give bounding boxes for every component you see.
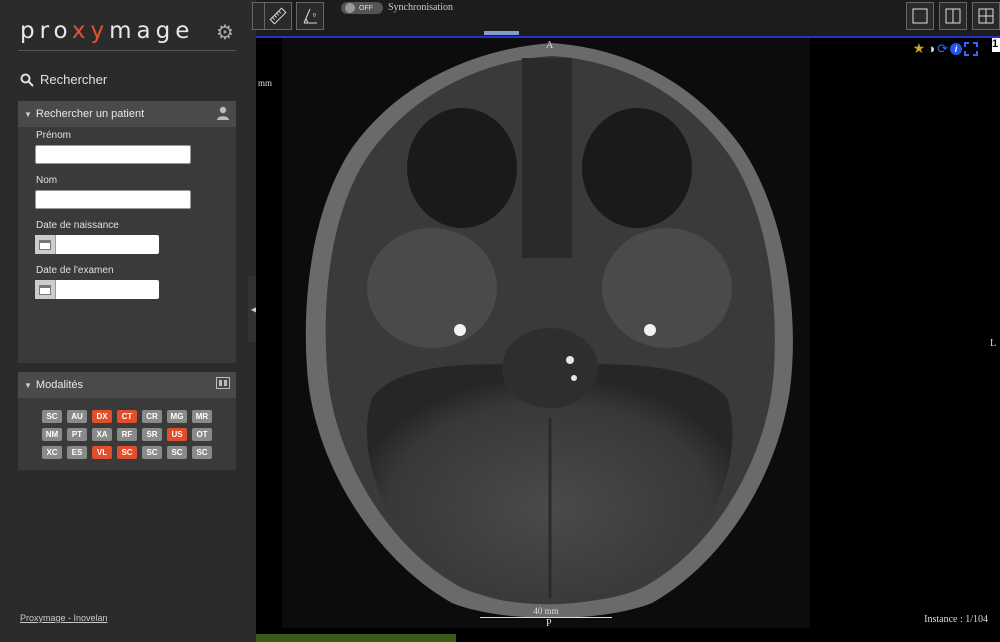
layout-1x1-button[interactable]	[906, 2, 934, 30]
series-number: 1	[992, 38, 1000, 52]
unit-label: mm	[258, 78, 273, 88]
prenom-field[interactable]	[35, 145, 191, 164]
search-icon	[20, 73, 34, 87]
modality-chip[interactable]: NM	[42, 428, 62, 441]
modality-chip[interactable]: OT	[192, 428, 212, 441]
ruler-tool-button[interactable]	[264, 2, 292, 30]
viewer-toolbar: θ OFF Synchronisation	[252, 0, 1000, 38]
ruler-icon	[269, 7, 287, 25]
gear-icon[interactable]: ⚙	[216, 20, 234, 45]
sync-toggle[interactable]: OFF	[341, 2, 383, 14]
modality-chip[interactable]: MG	[167, 410, 187, 423]
image-viewer[interactable]: mm A P L 40 mm ★ ◑ ⟳ i 1 Instance: 1/10…	[256, 38, 1000, 642]
exam-date-field[interactable]	[35, 280, 159, 299]
modalities-panel-title: Modalités	[35, 379, 83, 391]
four-pane-icon	[978, 8, 994, 24]
svg-text:θ: θ	[313, 13, 316, 19]
modality-chip[interactable]: RF	[117, 428, 137, 441]
sidebar: proxymage ⚙ Rechercher ▼ Rechercher un p…	[0, 0, 256, 642]
collapse-triangle-icon: ▼	[24, 109, 32, 119]
modality-chip[interactable]: XA	[92, 428, 112, 441]
scroll-indicator[interactable]	[484, 31, 519, 35]
viewer-icon-bar: ★ ◑ ⟳ i	[913, 40, 978, 57]
scale-bar: 40 mm	[480, 606, 612, 618]
calendar-icon[interactable]	[35, 235, 56, 254]
birthdate-label: Date de naissance	[36, 220, 119, 231]
modality-chip[interactable]: SC	[192, 446, 212, 459]
info-icon[interactable]: i	[950, 42, 962, 55]
modality-chip[interactable]: SC	[117, 446, 137, 459]
patient-search-panel: ▼ Rechercher un patient Prénom Nom Date …	[18, 101, 236, 363]
exam-date-label: Date de l'examen	[36, 265, 114, 276]
modality-chip[interactable]: DX	[92, 410, 112, 423]
modality-chip[interactable]: VL	[92, 446, 112, 459]
orientation-top: A	[546, 40, 554, 51]
orientation-bottom: P	[546, 618, 552, 629]
star-icon[interactable]: ★	[913, 40, 926, 57]
orientation-right: L	[990, 338, 997, 349]
user-icon	[217, 106, 229, 120]
modality-chip[interactable]: AU	[67, 410, 87, 423]
modality-grid-icon[interactable]	[216, 377, 230, 389]
search-title: Rechercher	[40, 72, 108, 87]
angle-icon: θ	[303, 8, 317, 24]
sync-label: Synchronisation	[388, 2, 453, 13]
fullscreen-icon[interactable]	[964, 41, 978, 56]
modality-chip[interactable]: PT	[67, 428, 87, 441]
angle-tool-button[interactable]: θ	[296, 2, 324, 30]
modality-chip[interactable]: SC	[42, 410, 62, 423]
single-pane-icon	[912, 8, 928, 24]
layout-2x2-button[interactable]	[972, 2, 1000, 30]
modality-chip[interactable]: CR	[142, 410, 162, 423]
divider	[18, 50, 236, 51]
rotate-icon[interactable]: ⟳	[937, 41, 948, 57]
modality-grid: SC AU DX CT CR MG MR NM PT XA RF SR US OT XC ES VL SC SC SC…	[42, 410, 212, 459]
layout-1x2-button[interactable]	[939, 2, 967, 30]
collapse-triangle-icon: ▼	[24, 380, 32, 390]
footer-link[interactable]: Proxymage - Inovelan	[20, 613, 108, 623]
prenom-label: Prénom	[36, 130, 72, 141]
toggle-knob	[345, 3, 355, 13]
loading-progress-strip	[256, 634, 456, 642]
modality-chip[interactable]: SC	[167, 446, 187, 459]
nom-label: Nom	[36, 175, 58, 186]
calendar-icon[interactable]	[35, 280, 56, 299]
nom-field[interactable]	[35, 190, 191, 209]
modality-chip[interactable]: US	[167, 428, 187, 441]
modalities-panel: ▼ Modalités SC AU DX CT CR MG MR NM PT XA RF SR US OT…	[18, 372, 236, 470]
search-header[interactable]: Rechercher	[20, 72, 107, 87]
patient-panel-title: Rechercher un patient	[35, 108, 145, 120]
modality-chip[interactable]: ES	[67, 446, 87, 459]
scale-line	[480, 617, 612, 618]
contrast-icon[interactable]: ◑	[927, 41, 935, 56]
modality-chip[interactable]: MR	[192, 410, 212, 423]
instance-label: Instance : 1/104	[924, 614, 988, 625]
modality-chip[interactable]: XC	[42, 446, 62, 459]
app-logo: proxymage	[20, 18, 195, 44]
mri-image[interactable]	[282, 38, 810, 628]
mri-slice-graphic	[305, 43, 793, 618]
scale-label: 40 mm	[533, 606, 559, 616]
two-pane-icon	[945, 8, 961, 24]
modality-chip[interactable]: SC	[142, 446, 162, 459]
modality-chip[interactable]: CT	[117, 410, 137, 423]
modality-chip[interactable]: SR	[142, 428, 162, 441]
birthdate-field[interactable]	[35, 235, 159, 254]
modalities-panel-header[interactable]: ▼ Modalités	[18, 372, 236, 398]
patient-panel-header[interactable]: ▼ Rechercher un patient	[18, 101, 236, 127]
sync-toggle-state: OFF	[359, 4, 373, 12]
